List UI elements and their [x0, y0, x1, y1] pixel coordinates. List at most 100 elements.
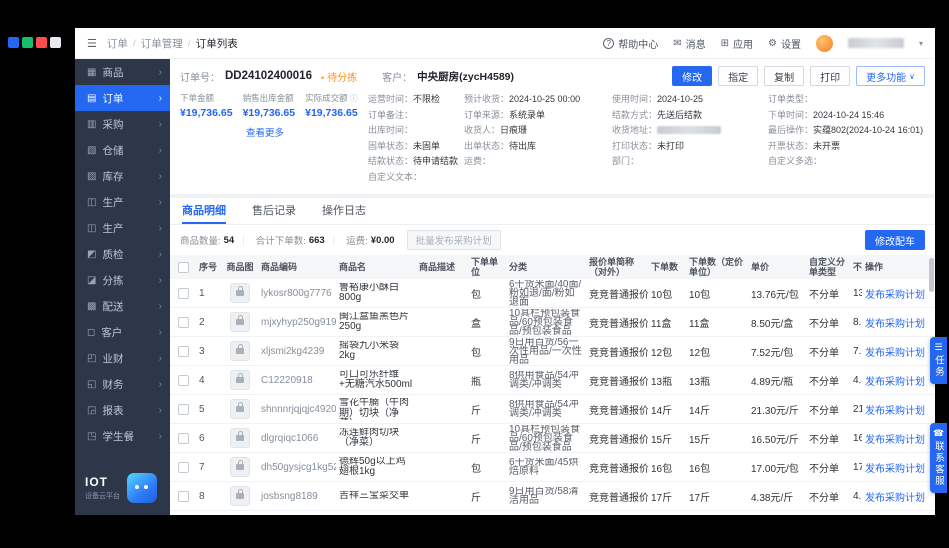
table-row: 4 C12220918 可口可乐纤维+无糖汽水500ml 瓶 8供用食品/54冲…: [170, 366, 935, 395]
chevron-right-icon: ›: [159, 249, 162, 260]
select-all-checkbox[interactable]: [178, 262, 189, 273]
settings-button[interactable]: ⚙设置: [768, 36, 801, 51]
product-image-placeholder[interactable]: [230, 428, 250, 448]
order-qty: 11盒: [648, 315, 686, 330]
order-field: 部门：: [612, 154, 768, 170]
split-type: 不分单: [806, 431, 850, 446]
sidebar-item[interactable]: ◫ 生产 ›: [75, 215, 170, 241]
publish-purchase-plan-link[interactable]: 发布采购计划: [862, 344, 930, 359]
row-checkbox[interactable]: [178, 462, 189, 473]
sidebar-item[interactable]: ◲ 报表 ›: [75, 397, 170, 423]
quote-sheet-name: 竞竞普通报价: [586, 460, 648, 475]
order-qty: 13瓶: [648, 373, 686, 388]
stat-item: 商品数量:54: [180, 233, 234, 247]
sidebar-item[interactable]: ◪ 分拣 ›: [75, 267, 170, 293]
modify-button[interactable]: 修改: [672, 66, 712, 86]
sidebar: ▦ 商品 › ▤ 订单 › ▥ 采购 ›: [75, 59, 170, 515]
publish-purchase-plan-link[interactable]: 发布采购计划: [862, 286, 930, 301]
copy-button[interactable]: 复制: [764, 66, 804, 86]
tab[interactable]: 商品明细: [182, 198, 226, 224]
module-icon: ◰: [87, 353, 96, 364]
more-functions-button[interactable]: 更多功能∨: [856, 66, 925, 86]
order-qty-pricing-unit: 11盒: [686, 315, 748, 330]
col-header-image: 商品图: [222, 262, 258, 272]
hamburger-icon[interactable]: ☰: [87, 37, 97, 50]
col-header-quote: 报价单简称（对外）: [586, 257, 648, 277]
sidebar-item[interactable]: ▥ 采购 ›: [75, 111, 170, 137]
col-header-unit: 下单单位: [468, 257, 506, 277]
chevron-down-icon[interactable]: ▾: [919, 39, 923, 48]
avatar[interactable]: [816, 35, 833, 52]
sidebar-item[interactable]: ▤ 订单 ›: [75, 85, 170, 111]
publish-purchase-plan-link[interactable]: 发布采购计划: [862, 402, 930, 417]
order-field: 出单状态：待出库: [464, 139, 612, 155]
sidebar-item[interactable]: ◱ 财务 ›: [75, 371, 170, 397]
sidebar-item[interactable]: ▦ 商品 ›: [75, 59, 170, 85]
scrollbar-thumb[interactable]: [929, 258, 934, 292]
col-header-index: 序号: [196, 262, 222, 272]
unit-price: 7.52元/包: [748, 344, 806, 359]
split-type: 不分单: [806, 489, 850, 504]
publish-purchase-plan-link[interactable]: 发布采购计划: [862, 460, 930, 475]
order-field: 运营时间：不限检: [368, 92, 464, 108]
col-header-code: 商品编码: [258, 262, 336, 272]
order-unit: 包: [468, 286, 506, 301]
sidebar-item[interactable]: ◳ 学生餐 ›: [75, 423, 170, 449]
product-category: 8供用食品/54冲调类/冲调类: [506, 371, 586, 389]
sidebar-item[interactable]: ◻ 客户 ›: [75, 319, 170, 345]
row-checkbox[interactable]: [178, 404, 189, 415]
truncated-cell: 7.5: [850, 346, 862, 357]
print-button[interactable]: 打印: [810, 66, 850, 86]
product-image-placeholder[interactable]: [230, 457, 250, 477]
tasks-label: 任务: [933, 355, 944, 378]
sidebar-item[interactable]: ▩ 配送 ›: [75, 293, 170, 319]
product-image-placeholder[interactable]: [230, 370, 250, 390]
help-center-button[interactable]: ?帮助中心: [603, 36, 658, 51]
publish-purchase-plan-link[interactable]: 发布采购计划: [862, 315, 930, 330]
tab[interactable]: 操作日志: [322, 198, 366, 224]
product-image-placeholder[interactable]: [230, 486, 250, 506]
row-checkbox[interactable]: [178, 317, 189, 328]
stat-item: 合计下单数:663: [234, 233, 324, 247]
view-more-link[interactable]: 查看更多: [180, 125, 350, 139]
top-bar-actions: ?帮助中心 ✉消息 ⊞应用 ⚙设置 ▾: [603, 35, 923, 52]
chevron-right-icon: ›: [159, 379, 162, 390]
sidebar-item[interactable]: ◰ 业财 ›: [75, 345, 170, 371]
tab[interactable]: 售后记录: [252, 198, 296, 224]
quote-sheet-name: 竞竞普通报价: [586, 373, 648, 388]
order-detail-card: 商品明细售后记录操作日志 商品数量:54合计下单数:663运费:¥0.00 批量…: [170, 198, 935, 515]
assign-button[interactable]: 指定: [718, 66, 758, 86]
sidebar-item[interactable]: ◫ 生产 ›: [75, 189, 170, 215]
apps-label: 应用: [733, 36, 753, 51]
batch-publish-button[interactable]: 批量发布采购计划: [407, 230, 501, 250]
product-image-placeholder[interactable]: [230, 283, 250, 303]
messages-button[interactable]: ✉消息: [673, 36, 705, 51]
publish-purchase-plan-link[interactable]: 发布采购计划: [862, 431, 930, 446]
breadcrumb-item[interactable]: 订单: [107, 38, 128, 50]
product-image-placeholder[interactable]: [230, 312, 250, 332]
sidebar-item-label: 业财: [102, 351, 123, 366]
row-checkbox[interactable]: [178, 288, 189, 299]
order-no-label: 订单号：: [180, 69, 220, 84]
row-checkbox[interactable]: [178, 375, 189, 386]
apps-button[interactable]: ⊞应用: [721, 36, 753, 51]
contact-support-float-tab[interactable]: ☎ 联系客服: [930, 423, 947, 493]
publish-purchase-plan-link[interactable]: 发布采购计划: [862, 489, 930, 504]
chevron-right-icon: ›: [159, 275, 162, 286]
publish-purchase-plan-link[interactable]: 发布采购计划: [862, 373, 930, 388]
modify-dispatch-button[interactable]: 修改配车: [865, 230, 925, 250]
help-label: 帮助中心: [618, 36, 658, 51]
product-category: 9日用百货/58清洁用品: [506, 487, 586, 505]
breadcrumb-item[interactable]: 订单管理: [141, 38, 183, 50]
sidebar-item[interactable]: ▧ 仓储 ›: [75, 137, 170, 163]
product-category: 10其栏预包装食品/60预包装食品/预包装食品: [506, 425, 586, 452]
row-checkbox[interactable]: [178, 346, 189, 357]
sidebar-item[interactable]: ▨ 库存 ›: [75, 163, 170, 189]
product-image-placeholder[interactable]: [230, 341, 250, 361]
sidebar-item[interactable]: ◩ 质检 ›: [75, 241, 170, 267]
product-image-placeholder[interactable]: [230, 399, 250, 419]
tasks-float-tab[interactable]: ☰ 任务: [930, 337, 947, 384]
col-header-split-type: 自定义分单类型: [806, 257, 850, 277]
row-checkbox[interactable]: [178, 433, 189, 444]
row-checkbox[interactable]: [178, 491, 189, 502]
